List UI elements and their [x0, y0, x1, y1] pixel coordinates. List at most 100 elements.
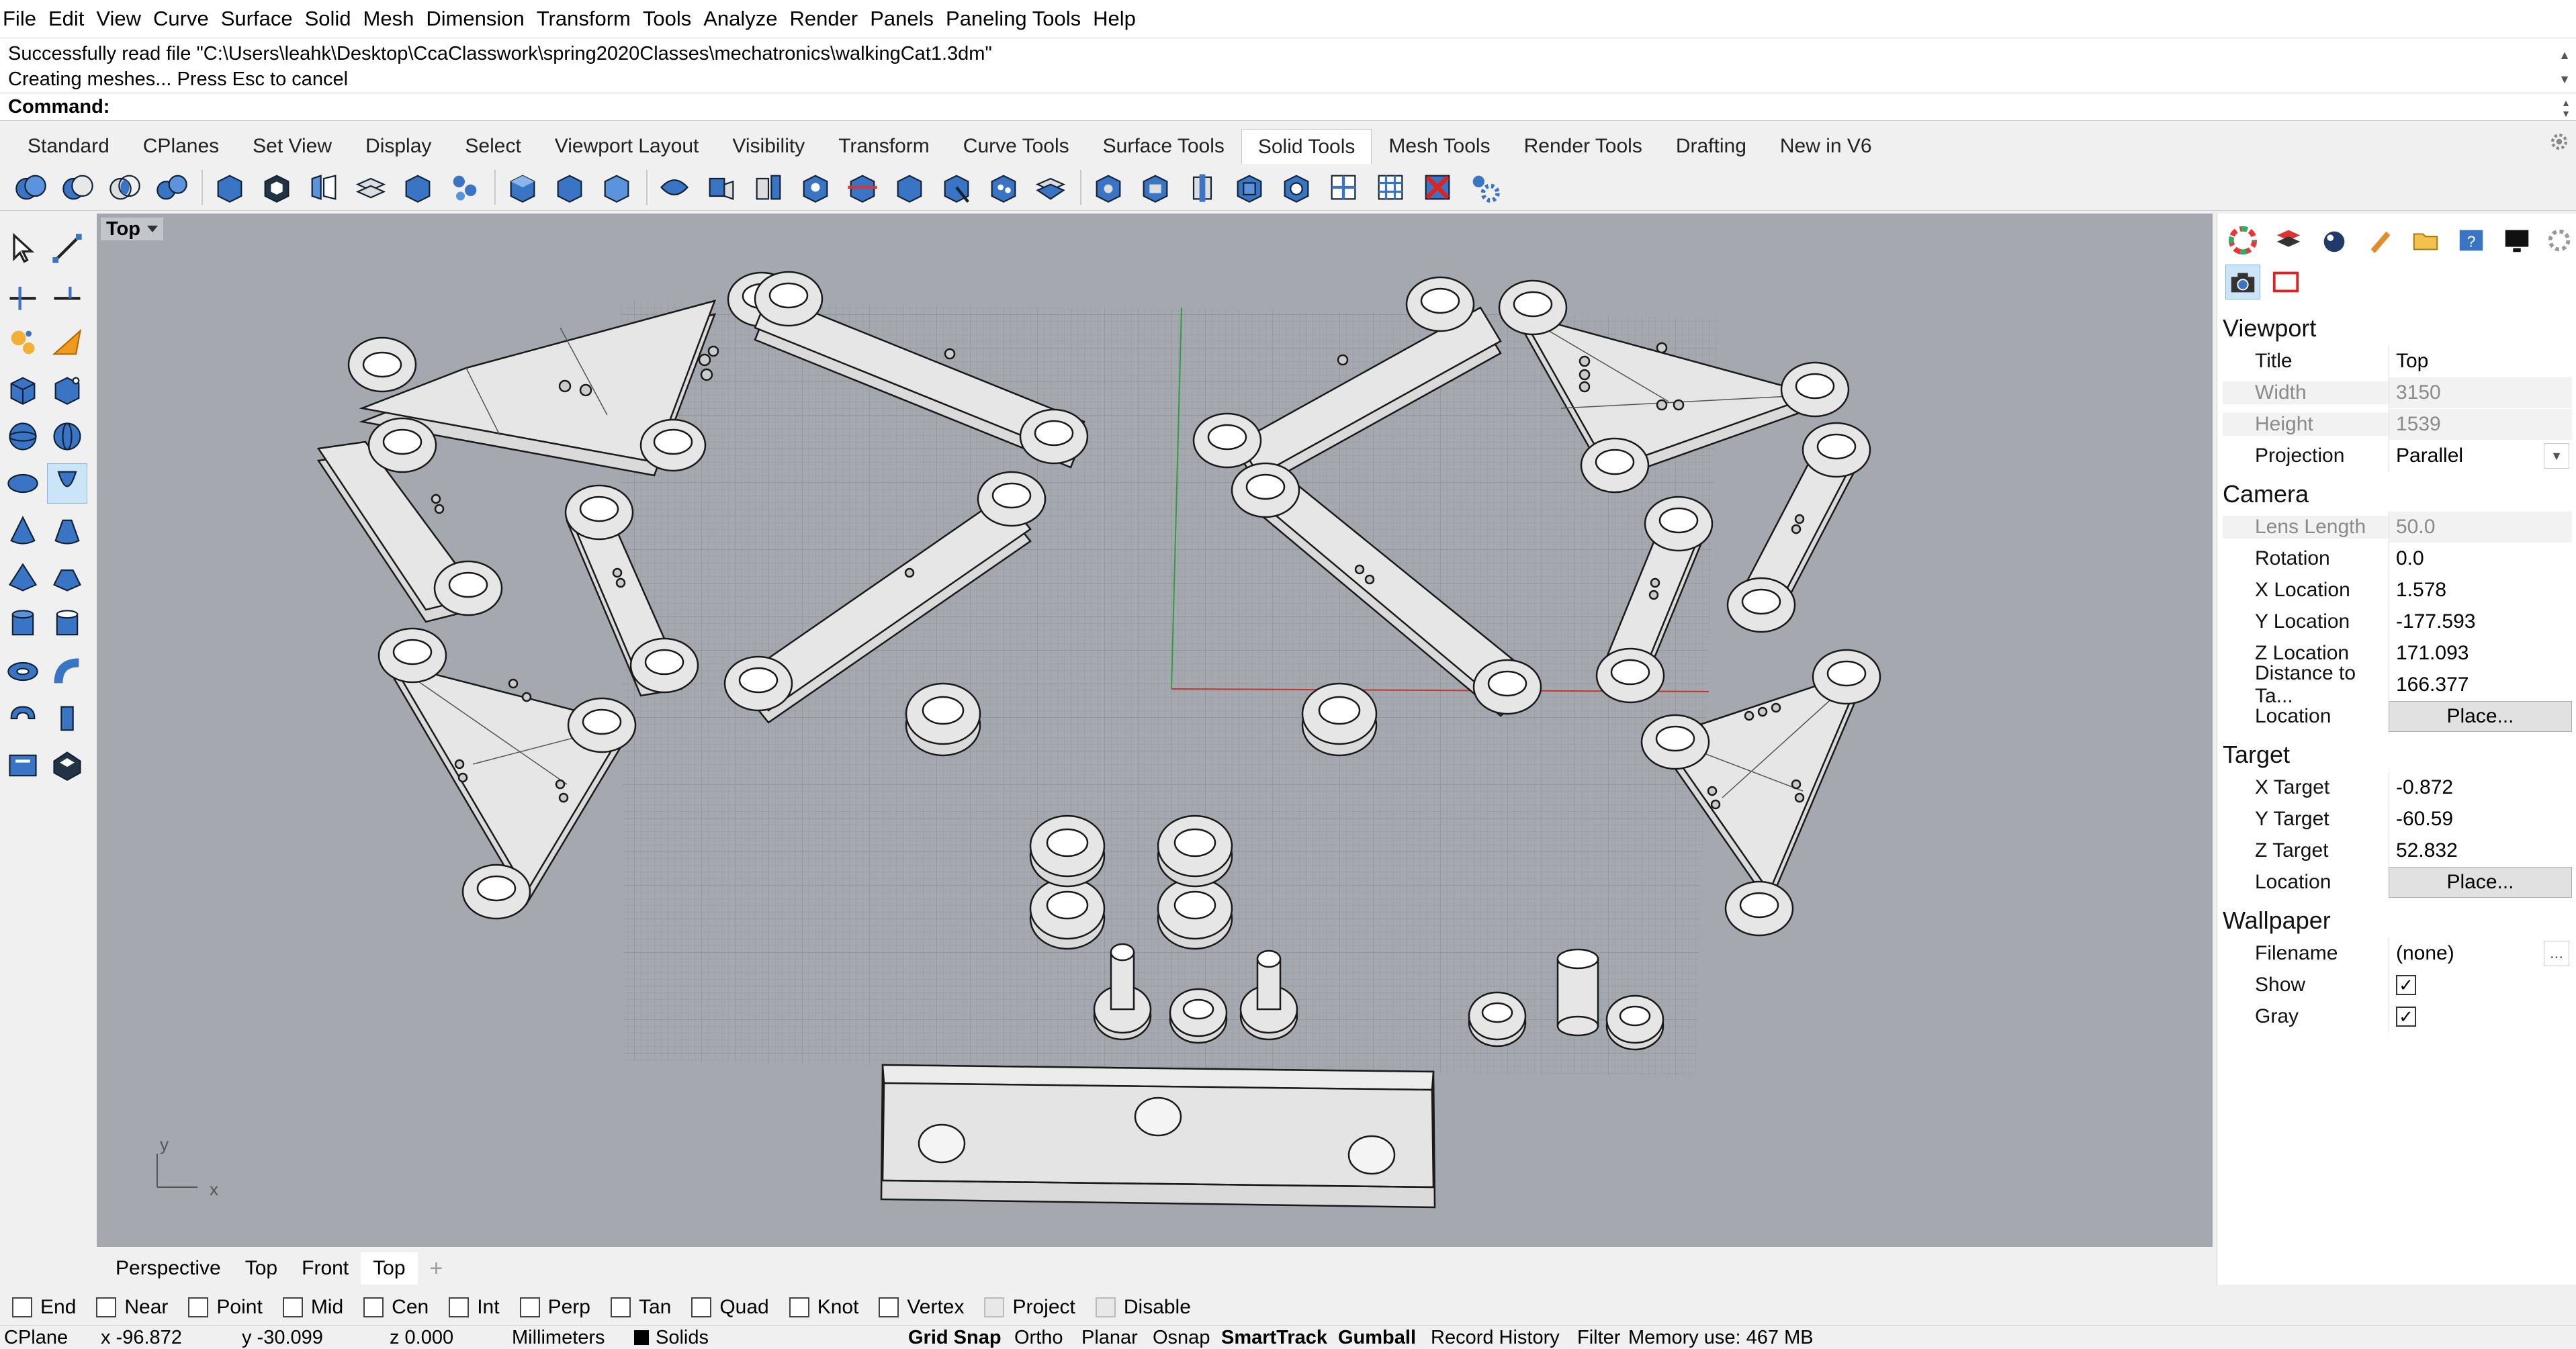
- checkbox[interactable]: [610, 1297, 631, 1317]
- spacer-ring-right[interactable]: [1301, 682, 1378, 757]
- chevron-down-icon[interactable]: ▼: [2544, 443, 2569, 469]
- osnap-perp[interactable]: Perp: [519, 1296, 590, 1319]
- monitor-icon[interactable]: [2499, 223, 2534, 258]
- pin-4[interactable]: [1468, 991, 1527, 1048]
- menu-solid[interactable]: Solid: [305, 7, 351, 31]
- revolve-icon[interactable]: [3, 698, 43, 739]
- display-icon[interactable]: [2362, 223, 2397, 258]
- distance-to-target-field[interactable]: 166.377: [2389, 669, 2572, 700]
- box-icon[interactable]: [3, 369, 43, 410]
- osnap-toggle[interactable]: Osnap: [1153, 1326, 1210, 1349]
- checkbox[interactable]: [879, 1297, 899, 1317]
- move-hole-icon[interactable]: [936, 168, 977, 207]
- command-scroll-icon[interactable]: ▲ ▼: [2561, 97, 2571, 119]
- osnap-end[interactable]: End: [12, 1296, 76, 1319]
- osnap-near[interactable]: Near: [96, 1296, 168, 1319]
- panel-settings-icon[interactable]: [2542, 223, 2576, 258]
- menu-paneling-tools[interactable]: Paneling Tools: [946, 7, 1081, 31]
- tab-visibility[interactable]: Visibility: [715, 129, 821, 164]
- menu-help[interactable]: Help: [1093, 7, 1136, 31]
- smarttrack-toggle[interactable]: SmartTrack: [1221, 1326, 1327, 1349]
- array-hole-icon[interactable]: [1030, 168, 1071, 207]
- cap-planar-holes-icon[interactable]: [351, 168, 391, 207]
- viewport-title-menu[interactable]: Top: [101, 218, 163, 240]
- menu-surface[interactable]: Surface: [221, 7, 293, 31]
- tab-cplanes[interactable]: CPlanes: [126, 129, 236, 164]
- move-face-icon[interactable]: [502, 168, 543, 207]
- tab-curve-tools[interactable]: Curve Tools: [946, 129, 1086, 164]
- triangle-plate-left-bottom[interactable]: [377, 627, 637, 920]
- pyramid-icon[interactable]: [3, 557, 43, 598]
- grid-points-icon[interactable]: [1370, 168, 1411, 207]
- link-bar-left-vertical[interactable]: [316, 417, 503, 623]
- tab-surface-tools[interactable]: Surface Tools: [1086, 129, 1241, 164]
- y-target-field[interactable]: -60.59: [2389, 804, 2572, 835]
- edge-tools-icon[interactable]: [1323, 168, 1364, 207]
- cplane-indicator[interactable]: CPlane: [4, 1326, 68, 1349]
- menu-tools[interactable]: Tools: [643, 7, 691, 31]
- cone-icon[interactable]: [3, 510, 43, 551]
- viewport-title-field[interactable]: Top: [2389, 346, 2572, 377]
- link-bar-right-vertical[interactable]: [1726, 422, 1871, 633]
- tab-viewport-layout[interactable]: Viewport Layout: [538, 129, 716, 164]
- x-location-field[interactable]: 1.578: [2389, 575, 2572, 606]
- checkbox[interactable]: [188, 1297, 209, 1317]
- rectangle-frame-icon[interactable]: [2268, 265, 2303, 299]
- sphere-options-icon[interactable]: [47, 416, 87, 457]
- command-line[interactable]: Command: ▲ ▼: [0, 93, 2576, 121]
- planar-toggle[interactable]: Planar: [1081, 1326, 1138, 1349]
- layer-indicator[interactable]: Solids: [656, 1326, 709, 1349]
- tab-set-view[interactable]: Set View: [236, 129, 349, 164]
- checkbox[interactable]: [519, 1297, 540, 1317]
- menu-transform[interactable]: Transform: [537, 7, 631, 31]
- split-face-icon[interactable]: [654, 168, 695, 207]
- check-solid-icon[interactable]: [1276, 168, 1317, 207]
- truncated-cone-icon[interactable]: [47, 510, 87, 551]
- menu-analyze[interactable]: Analyze: [703, 7, 777, 31]
- z-location-field[interactable]: 171.093: [2389, 638, 2572, 669]
- boolean-intersection-icon[interactable]: [105, 168, 145, 207]
- tab-standard[interactable]: Standard: [11, 129, 126, 164]
- move-face-to-boundary-icon[interactable]: [549, 168, 590, 207]
- menu-view[interactable]: View: [96, 7, 141, 31]
- boolean-difference-icon[interactable]: [58, 168, 98, 207]
- filename-field[interactable]: (none) ...: [2389, 938, 2572, 969]
- remove-edge-icon[interactable]: [1417, 168, 1458, 207]
- tab-mesh-tools[interactable]: Mesh Tools: [1372, 129, 1507, 164]
- tab-solid-tools[interactable]: Solid Tools: [1241, 129, 1372, 164]
- tab-new-in-v6[interactable]: New in V6: [1763, 129, 1889, 164]
- make-hole-icon[interactable]: [795, 168, 836, 207]
- extrude-icon[interactable]: [47, 369, 87, 410]
- menu-dimension[interactable]: Dimension: [426, 7, 524, 31]
- tab-select[interactable]: Select: [448, 129, 537, 164]
- menu-mesh[interactable]: Mesh: [363, 7, 414, 31]
- tube-icon[interactable]: [47, 604, 87, 645]
- x-target-field[interactable]: -0.872: [2389, 772, 2572, 803]
- osnap-quad[interactable]: Quad: [691, 1296, 769, 1319]
- extract-surface-icon[interactable]: [210, 168, 250, 207]
- move-edge-icon[interactable]: [596, 168, 637, 207]
- boolean-split-icon[interactable]: [152, 168, 192, 207]
- checkbox[interactable]: [789, 1297, 809, 1317]
- camera-icon[interactable]: [2225, 265, 2260, 299]
- osnap-knot[interactable]: Knot: [789, 1296, 858, 1319]
- checkbox[interactable]: [1095, 1297, 1116, 1317]
- gear-icon[interactable]: [2548, 130, 2571, 153]
- osnap-tan[interactable]: Tan: [610, 1296, 671, 1319]
- osnap-mid[interactable]: Mid: [282, 1296, 343, 1319]
- line-segments-icon[interactable]: [47, 275, 87, 316]
- gray-checkbox[interactable]: ✓: [2396, 1007, 2416, 1027]
- color-wheel-icon[interactable]: [2225, 223, 2260, 258]
- gumball-toggle[interactable]: Gumball: [1338, 1326, 1416, 1349]
- solid-points-on-icon[interactable]: [445, 168, 485, 207]
- osnap-disable[interactable]: Disable: [1095, 1296, 1191, 1319]
- menu-edit[interactable]: Edit: [48, 7, 84, 31]
- menu-render[interactable]: Render: [790, 7, 858, 31]
- pin-2[interactable]: [1169, 988, 1228, 1044]
- place-hole-icon[interactable]: [842, 168, 883, 207]
- create-solid-icon[interactable]: [1088, 168, 1128, 207]
- spacer-ring-left[interactable]: [905, 682, 981, 757]
- help-icon[interactable]: ?: [2454, 223, 2489, 258]
- boolean-union-icon[interactable]: [11, 168, 51, 207]
- cylinder-icon[interactable]: [3, 604, 43, 645]
